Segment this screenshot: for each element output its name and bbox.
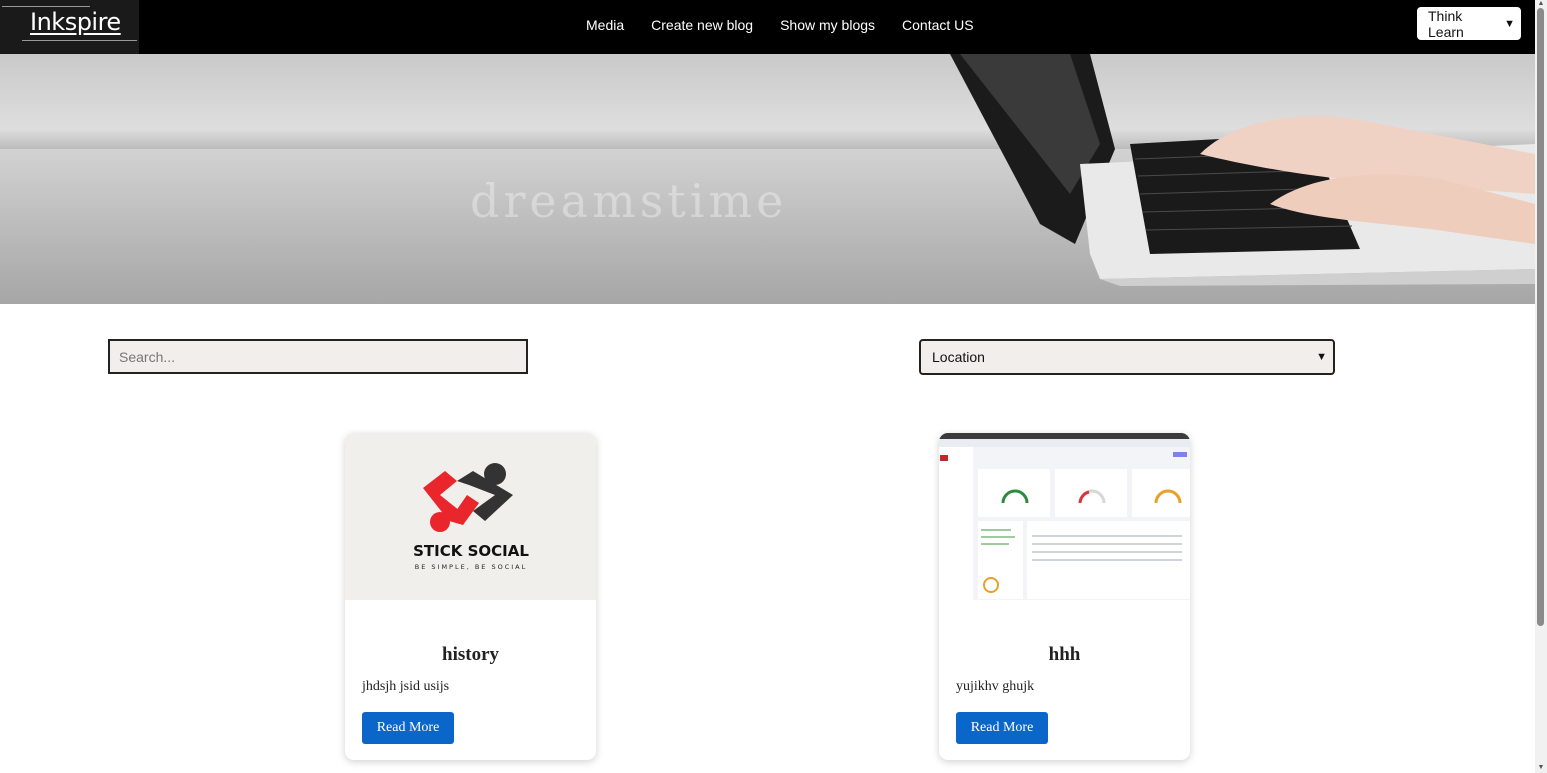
card-description: yujikhv ghujk <box>956 679 1035 694</box>
navbar: Inkspire Media Create new blog Show my b… <box>0 0 1535 55</box>
scrollbar-thumb[interactable] <box>1537 8 1544 626</box>
language-select[interactable]: Think Learn ▼ <box>1417 7 1521 40</box>
language-select-value: Think Learn <box>1428 7 1464 40</box>
stick-social-logo-title: STICK SOCIAL <box>413 542 529 560</box>
scroll-up-arrow-icon[interactable]: ▲ <box>1537 0 1545 7</box>
location-select-value: Location <box>932 349 985 365</box>
read-more-button[interactable]: Read More <box>362 712 454 744</box>
card-description: jhdsjh jsid usijs <box>362 679 450 694</box>
logo[interactable]: Inkspire <box>0 0 139 55</box>
nav-link-show-my-blogs[interactable]: Show my blogs <box>780 17 875 33</box>
read-more-button[interactable]: Read More <box>956 712 1048 744</box>
stick-social-logo-tagline: BE SIMPLE, BE SOCIAL <box>415 563 527 571</box>
logo-line-bottom <box>22 40 137 41</box>
card-image-stick-social: STICK SOCIAL BE SIMPLE, BE SOCIAL <box>345 433 596 600</box>
card-image-dashboard <box>939 433 1190 600</box>
hero-image: dreamstime <box>0 54 1535 304</box>
logo-text: Inkspire <box>30 8 121 36</box>
scrollbar[interactable]: ▲ ▼ <box>1535 0 1547 773</box>
chevron-down-icon: ▼ <box>1504 17 1515 30</box>
nav-link-create-new-blog[interactable]: Create new blog <box>651 17 753 33</box>
location-select[interactable]: Location ▼ <box>919 339 1335 375</box>
card-title: history <box>442 644 499 665</box>
search-input[interactable] <box>108 339 528 374</box>
laptop-illustration <box>950 54 1535 286</box>
scroll-down-arrow-icon[interactable]: ▼ <box>1537 764 1545 771</box>
chevron-down-icon: ▼ <box>1316 351 1327 363</box>
blog-card: hhh yujikhv ghujk Read More <box>939 433 1190 760</box>
logo-line-top <box>2 6 90 7</box>
stick-social-logo: STICK SOCIAL BE SIMPLE, BE SOCIAL <box>413 463 529 571</box>
nav-link-contact-us[interactable]: Contact US <box>902 17 974 33</box>
nav-link-media[interactable]: Media <box>586 17 624 33</box>
dashboard-screenshot <box>939 433 1190 600</box>
nav-links: Media Create new blog Show my blogs Cont… <box>586 17 974 33</box>
card-title: hhh <box>1048 644 1081 665</box>
blog-card: STICK SOCIAL BE SIMPLE, BE SOCIAL histor… <box>345 433 596 760</box>
